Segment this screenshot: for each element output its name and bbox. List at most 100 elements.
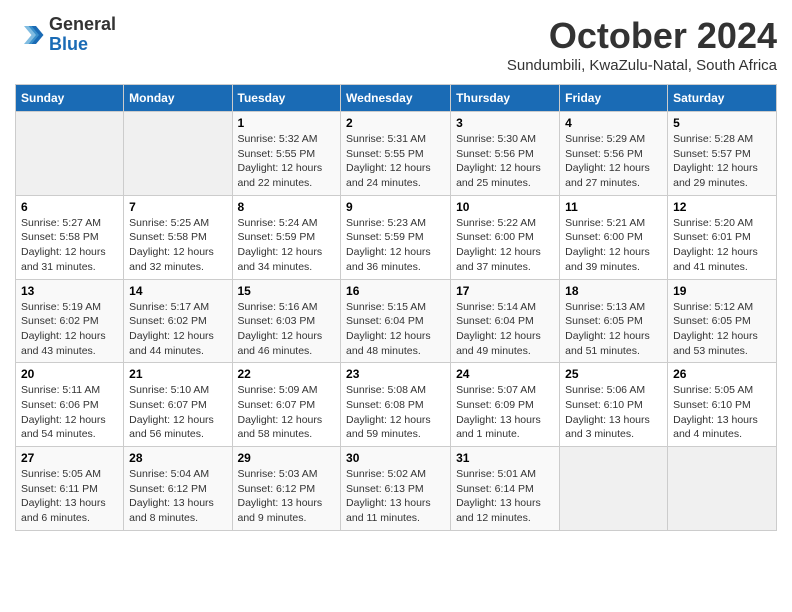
day-cell: 6Sunrise: 5:27 AMSunset: 5:58 PMDaylight… xyxy=(16,195,124,279)
day-number: 30 xyxy=(346,451,445,465)
month-title: October 2024 xyxy=(507,15,777,57)
day-info: Sunrise: 5:06 AMSunset: 6:10 PMDaylight:… xyxy=(565,383,662,442)
day-number: 7 xyxy=(129,200,226,214)
day-cell: 29 Sunrise: 5:03 AMSunset: 6:12 PMDayligh… xyxy=(232,447,341,531)
day-cell: 17Sunrise: 5:14 AMSunset: 6:04 PMDayligh… xyxy=(451,279,560,363)
day-cell: 15 Sunrise: 5:16 AMSunset: 6:03 PMDayligh… xyxy=(232,279,341,363)
day-info: Sunrise: 5:17 AMSunset: 6:02 PMDaylight:… xyxy=(129,300,226,359)
title-block: October 2024 Sundumbili, KwaZulu-Natal, … xyxy=(507,15,777,74)
week-row-4: 20 Sunrise: 5:11 AMSunset: 6:06 PMDayligh… xyxy=(16,363,777,447)
day-cell: 25Sunrise: 5:06 AMSunset: 6:10 PMDayligh… xyxy=(560,363,668,447)
day-number: 29 xyxy=(238,451,336,465)
day-info: Sunrise: 5:02 AMSunset: 6:13 PMDaylight:… xyxy=(346,467,445,526)
day-info: Sunrise: 5:07 AMSunset: 6:09 PMDaylight:… xyxy=(456,383,554,442)
day-info: Sunrise: 5:01 AMSunset: 6:14 PMDaylight:… xyxy=(456,467,554,526)
day-info: Sunrise: 5:11 AMSunset: 6:06 PMDaylight:… xyxy=(21,383,118,442)
day-number: 13 xyxy=(21,284,118,298)
day-info: Sunrise: 5:12 AMSunset: 6:05 PMDaylight:… xyxy=(673,300,771,359)
day-info: Sunrise: 5:04 AMSunset: 6:12 PMDaylight:… xyxy=(129,467,226,526)
day-info: Sunrise: 5:31 AMSunset: 5:55 PMDaylight:… xyxy=(346,132,445,191)
header-row: SundayMondayTuesdayWednesdayThursdayFrid… xyxy=(16,85,777,112)
day-cell xyxy=(668,447,777,531)
day-number: 12 xyxy=(673,200,771,214)
day-cell: 22 Sunrise: 5:09 AMSunset: 6:07 PMDayligh… xyxy=(232,363,341,447)
week-row-2: 6Sunrise: 5:27 AMSunset: 5:58 PMDaylight… xyxy=(16,195,777,279)
day-info: Sunrise: 5:03 AMSunset: 6:12 PMDaylight:… xyxy=(238,467,336,526)
day-cell: 2Sunrise: 5:31 AMSunset: 5:55 PMDaylight… xyxy=(341,112,451,196)
day-number: 3 xyxy=(456,116,554,130)
day-cell xyxy=(124,112,232,196)
day-number: 1 xyxy=(238,116,336,130)
day-number: 31 xyxy=(456,451,554,465)
day-info: Sunrise: 5:24 AMSunset: 5:59 PMDaylight:… xyxy=(238,216,336,275)
col-header-monday: Monday xyxy=(124,85,232,112)
day-info: Sunrise: 5:16 AMSunset: 6:03 PMDaylight:… xyxy=(238,300,336,359)
week-row-5: 27Sunrise: 5:05 AMSunset: 6:11 PMDayligh… xyxy=(16,447,777,531)
day-info: Sunrise: 5:28 AMSunset: 5:57 PMDaylight:… xyxy=(673,132,771,191)
day-cell: 7 Sunrise: 5:25 AMSunset: 5:58 PMDaylight… xyxy=(124,195,232,279)
logo-general-text: General xyxy=(49,15,116,35)
col-header-thursday: Thursday xyxy=(451,85,560,112)
day-number: 26 xyxy=(673,367,771,381)
day-cell: 26 Sunrise: 5:05 AMSunset: 6:10 PMDayligh… xyxy=(668,363,777,447)
day-cell: 4 Sunrise: 5:29 AMSunset: 5:56 PMDaylight… xyxy=(560,112,668,196)
day-info: Sunrise: 5:19 AMSunset: 6:02 PMDaylight:… xyxy=(21,300,118,359)
day-cell: 21 Sunrise: 5:10 AMSunset: 6:07 PMDayligh… xyxy=(124,363,232,447)
day-cell: 31 Sunrise: 5:01 AMSunset: 6:14 PMDayligh… xyxy=(451,447,560,531)
day-number: 20 xyxy=(21,367,118,381)
day-info: Sunrise: 5:09 AMSunset: 6:07 PMDaylight:… xyxy=(238,383,336,442)
day-info: Sunrise: 5:10 AMSunset: 6:07 PMDaylight:… xyxy=(129,383,226,442)
day-cell: 16Sunrise: 5:15 AMSunset: 6:04 PMDayligh… xyxy=(341,279,451,363)
day-number: 16 xyxy=(346,284,445,298)
day-cell: 5 Sunrise: 5:28 AMSunset: 5:57 PMDaylight… xyxy=(668,112,777,196)
day-cell: 18 Sunrise: 5:13 AMSunset: 6:05 PMDayligh… xyxy=(560,279,668,363)
day-cell: 30 Sunrise: 5:02 AMSunset: 6:13 PMDayligh… xyxy=(341,447,451,531)
day-number: 9 xyxy=(346,200,445,214)
day-info: Sunrise: 5:22 AMSunset: 6:00 PMDaylight:… xyxy=(456,216,554,275)
day-cell: 9 Sunrise: 5:23 AMSunset: 5:59 PMDaylight… xyxy=(341,195,451,279)
day-number: 21 xyxy=(129,367,226,381)
day-number: 11 xyxy=(565,200,662,214)
day-info: Sunrise: 5:21 AMSunset: 6:00 PMDaylight:… xyxy=(565,216,662,275)
col-header-saturday: Saturday xyxy=(668,85,777,112)
day-cell: 12 Sunrise: 5:20 AMSunset: 6:01 PMDayligh… xyxy=(668,195,777,279)
day-cell xyxy=(560,447,668,531)
day-info: Sunrise: 5:08 AMSunset: 6:08 PMDaylight:… xyxy=(346,383,445,442)
day-cell: 13 Sunrise: 5:19 AMSunset: 6:02 PMDayligh… xyxy=(16,279,124,363)
day-number: 28 xyxy=(129,451,226,465)
col-header-friday: Friday xyxy=(560,85,668,112)
day-cell: 10Sunrise: 5:22 AMSunset: 6:00 PMDayligh… xyxy=(451,195,560,279)
day-info: Sunrise: 5:23 AMSunset: 5:59 PMDaylight:… xyxy=(346,216,445,275)
col-header-tuesday: Tuesday xyxy=(232,85,341,112)
day-number: 4 xyxy=(565,116,662,130)
day-number: 22 xyxy=(238,367,336,381)
col-header-wednesday: Wednesday xyxy=(341,85,451,112)
logo-blue-text: Blue xyxy=(49,35,116,55)
day-info: Sunrise: 5:27 AMSunset: 5:58 PMDaylight:… xyxy=(21,216,118,275)
day-number: 18 xyxy=(565,284,662,298)
location-subtitle: Sundumbili, KwaZulu-Natal, South Africa xyxy=(507,57,777,74)
day-info: Sunrise: 5:30 AMSunset: 5:56 PMDaylight:… xyxy=(456,132,554,191)
week-row-3: 13 Sunrise: 5:19 AMSunset: 6:02 PMDayligh… xyxy=(16,279,777,363)
day-cell: 28 Sunrise: 5:04 AMSunset: 6:12 PMDayligh… xyxy=(124,447,232,531)
day-cell xyxy=(16,112,124,196)
day-cell: 14Sunrise: 5:17 AMSunset: 6:02 PMDayligh… xyxy=(124,279,232,363)
day-number: 5 xyxy=(673,116,771,130)
day-cell: 1Sunrise: 5:32 AMSunset: 5:55 PMDaylight… xyxy=(232,112,341,196)
day-info: Sunrise: 5:13 AMSunset: 6:05 PMDaylight:… xyxy=(565,300,662,359)
day-info: Sunrise: 5:25 AMSunset: 5:58 PMDaylight:… xyxy=(129,216,226,275)
day-number: 23 xyxy=(346,367,445,381)
day-cell: 11 Sunrise: 5:21 AMSunset: 6:00 PMDayligh… xyxy=(560,195,668,279)
day-cell: 19 Sunrise: 5:12 AMSunset: 6:05 PMDayligh… xyxy=(668,279,777,363)
day-info: Sunrise: 5:05 AMSunset: 6:10 PMDaylight:… xyxy=(673,383,771,442)
week-row-1: 1Sunrise: 5:32 AMSunset: 5:55 PMDaylight… xyxy=(16,112,777,196)
day-number: 15 xyxy=(238,284,336,298)
day-cell: 20 Sunrise: 5:11 AMSunset: 6:06 PMDayligh… xyxy=(16,363,124,447)
day-info: Sunrise: 5:05 AMSunset: 6:11 PMDaylight:… xyxy=(21,467,118,526)
day-info: Sunrise: 5:29 AMSunset: 5:56 PMDaylight:… xyxy=(565,132,662,191)
calendar-table: SundayMondayTuesdayWednesdayThursdayFrid… xyxy=(15,84,777,531)
day-number: 19 xyxy=(673,284,771,298)
page-header: General Blue October 2024 Sundumbili, Kw… xyxy=(15,15,777,74)
logo: General Blue xyxy=(15,15,116,55)
day-info: Sunrise: 5:20 AMSunset: 6:01 PMDaylight:… xyxy=(673,216,771,275)
